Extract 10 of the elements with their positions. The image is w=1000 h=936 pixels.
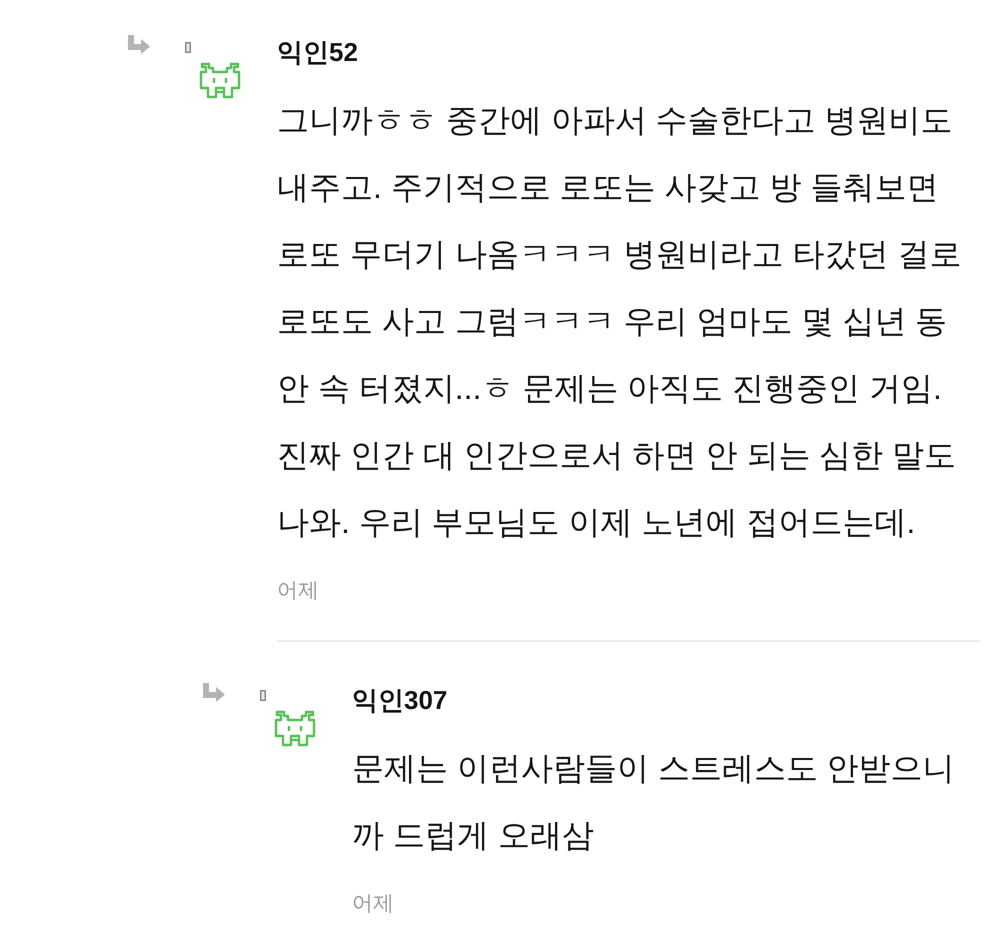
timestamp: 어제 (352, 891, 395, 917)
username: 익인307 (352, 684, 448, 717)
comment-text: 그니까ㅎㅎ 중간에 아파서 수술한다고 병원비도 내주고. 주기적으로 로또는 사갖고 방 들춰보면 로또 무더기 나옴ㅋㅋㅋ 병원비라고 타갔던 걸로 로또도 사고 그럼ㅋㅋㅋ 우리 엄마도 몇 십년 동 안 속 터졌지...ㅎ 문제는 아직도 진행중인 거임. 진짜 인간 대 인간으로서 하면 안 되는 심한 말도 나와. 우리 부모님도 이제 노년에 접어드는데. (277, 101, 962, 542)
rectangle-icon (185, 42, 191, 53)
alien-avatar-icon (272, 710, 318, 747)
comment-text: 문제는 이런사람들이 스트레스도 안받으니 까 드럽게 오래삼 (352, 749, 956, 855)
timestamp: 어제 (277, 578, 320, 604)
alien-avatar-icon (197, 62, 243, 99)
username: 익인52 (277, 36, 359, 69)
rectangle-icon (260, 690, 266, 701)
